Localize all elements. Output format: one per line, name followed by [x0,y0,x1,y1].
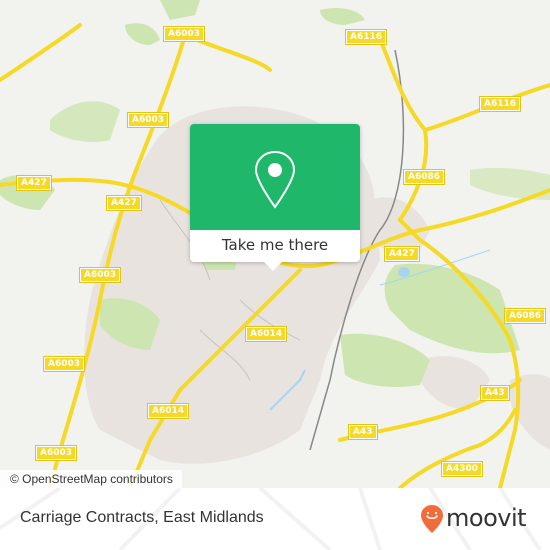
road-label: A427 [106,195,142,211]
take-me-there-button[interactable]: Take me there [190,230,360,262]
road-label: A6116 [478,96,522,112]
road-label: A427 [16,175,52,191]
road-label: A6003 [126,112,170,128]
lake [398,267,410,277]
map-view[interactable]: A6003 A6116 A6116 A6003 A427 A427 A6086 … [0,0,550,488]
park [384,263,520,354]
road-label: A6003 [78,267,122,283]
place-name: Carriage Contracts, East Midlands [20,509,264,526]
map-pin-icon [254,150,296,209]
park [320,8,365,26]
road-label: A43 [348,424,378,440]
park [125,23,160,45]
road-label: A6003 [34,445,78,461]
road-label: A6003 [162,26,206,42]
road-label: A6116 [344,29,388,45]
road-label: A427 [384,246,420,262]
road-label: A4300 [440,461,484,477]
map-attribution[interactable]: © OpenStreetMap contributors [0,470,182,488]
park [160,0,200,20]
footer: Carriage Contracts, East Midlands moovit [0,488,550,550]
road-label: A6086 [503,308,547,324]
road-label: A43 [480,385,510,401]
road-label: A6014 [244,326,288,342]
moovit-wordmark: moovit [446,504,527,532]
road-label: A6003 [42,356,86,372]
road-a6116 [378,38,550,133]
park [50,101,120,142]
popup-header[interactable] [190,124,360,230]
take-me-there-popup[interactable]: Take me there [190,124,360,271]
moovit-pin-icon [421,505,443,533]
road-label: A6014 [146,403,190,419]
popup-pointer [264,262,282,271]
road-label: A6086 [402,169,446,185]
park [340,333,430,387]
moovit-logo[interactable]: moovit [420,502,540,536]
